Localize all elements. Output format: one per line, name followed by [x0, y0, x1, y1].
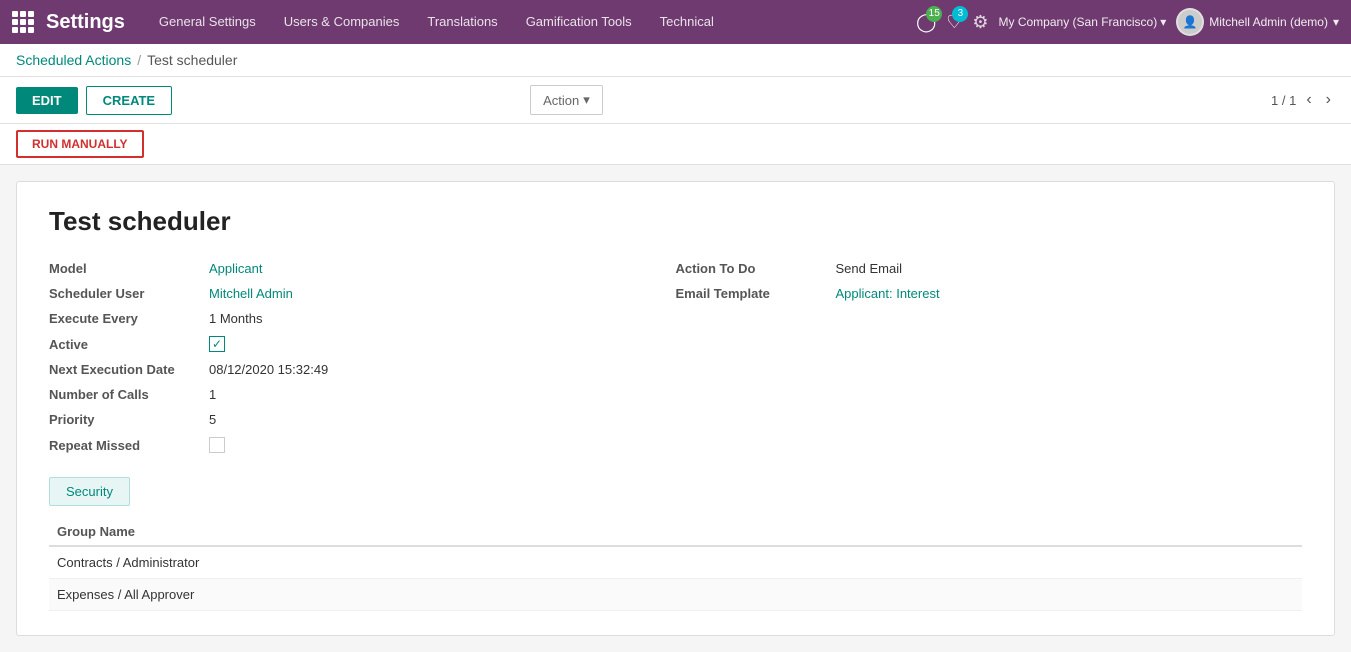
email-template-label: Email Template [676, 286, 836, 301]
action-to-do-label: Action To Do [676, 261, 836, 276]
apps-menu[interactable] [12, 11, 34, 33]
action-label: Action [543, 93, 579, 108]
scheduler-user-label: Scheduler User [49, 286, 209, 301]
fields-right: Action To Do Send Email Email Template A… [676, 261, 1303, 453]
clock-badge: 15 [926, 6, 942, 22]
nav-general-settings[interactable]: General Settings [145, 0, 270, 44]
field-active: Active ✓ [49, 336, 676, 352]
action-chevron-icon: ▾ [583, 92, 590, 108]
pager-next-button[interactable]: › [1322, 89, 1335, 111]
fields-grid: Model Applicant Scheduler User Mitchell … [49, 261, 1302, 453]
user-selector[interactable]: 👤 Mitchell Admin (demo) ▾ [1176, 8, 1339, 36]
nav-technical[interactable]: Technical [646, 0, 728, 44]
next-execution-label: Next Execution Date [49, 362, 209, 377]
action-button[interactable]: Action ▾ [530, 85, 603, 115]
record-card: Test scheduler Model Applicant Scheduler… [16, 181, 1335, 636]
group-name-cell: Contracts / Administrator [49, 546, 1302, 579]
active-checkbox[interactable]: ✓ [209, 336, 225, 352]
model-label: Model [49, 261, 209, 276]
email-template-value[interactable]: Applicant: Interest [836, 286, 940, 301]
breadcrumb-separator: / [137, 52, 141, 68]
table-row: Contracts / Administrator [49, 546, 1302, 579]
field-priority: Priority 5 [49, 412, 676, 427]
field-model: Model Applicant [49, 261, 676, 276]
execute-every-label: Execute Every [49, 311, 209, 326]
next-execution-value: 08/12/2020 15:32:49 [209, 362, 328, 377]
security-tab[interactable]: Security [49, 477, 130, 506]
company-name: My Company (San Francisco) [999, 15, 1158, 29]
record-title: Test scheduler [49, 206, 1302, 237]
navbar-menu: General Settings Users & Companies Trans… [145, 0, 916, 44]
breadcrumb-current: Test scheduler [147, 52, 237, 68]
table-row: Expenses / All Approver [49, 579, 1302, 611]
priority-label: Priority [49, 412, 209, 427]
group-table: Group Name Contracts / AdministratorExpe… [49, 518, 1302, 611]
create-button[interactable]: CREATE [86, 86, 172, 115]
nav-users-companies[interactable]: Users & Companies [270, 0, 414, 44]
model-value[interactable]: Applicant [209, 261, 262, 276]
nav-gamification-tools[interactable]: Gamification Tools [512, 0, 646, 44]
app-title: Settings [46, 11, 125, 34]
breadcrumb: Scheduled Actions / Test scheduler [0, 44, 1351, 77]
pager-text: 1 / 1 [1271, 93, 1296, 108]
main-toolbar: EDIT CREATE Action ▾ 1 / 1 ‹ › [0, 77, 1351, 124]
field-action-to-do: Action To Do Send Email [676, 261, 1303, 276]
scheduler-user-value[interactable]: Mitchell Admin [209, 286, 293, 301]
clock-button[interactable]: ◯ 15 [916, 12, 936, 33]
run-toolbar: RUN MANUALLY [0, 124, 1351, 165]
group-name-cell: Expenses / All Approver [49, 579, 1302, 611]
pager: 1 / 1 ‹ › [1271, 89, 1335, 111]
number-calls-label: Number of Calls [49, 387, 209, 402]
user-chevron-icon: ▾ [1333, 15, 1339, 29]
field-repeat-missed: Repeat Missed [49, 437, 676, 453]
security-section: Security Group Name Contracts / Administ… [49, 477, 1302, 611]
company-selector[interactable]: My Company (San Francisco) ▾ [999, 15, 1167, 29]
field-number-calls: Number of Calls 1 [49, 387, 676, 402]
active-label: Active [49, 337, 209, 352]
priority-value: 5 [209, 412, 216, 427]
edit-button[interactable]: EDIT [16, 87, 78, 114]
avatar: 👤 [1176, 8, 1204, 36]
run-manually-button[interactable]: RUN MANUALLY [16, 130, 144, 158]
main-content: Test scheduler Model Applicant Scheduler… [0, 165, 1351, 652]
navbar: Settings General Settings Users & Compan… [0, 0, 1351, 44]
group-name-header: Group Name [49, 518, 1302, 546]
settings-icon[interactable]: ⚙ [972, 12, 988, 33]
field-scheduler-user: Scheduler User Mitchell Admin [49, 286, 676, 301]
fields-left: Model Applicant Scheduler User Mitchell … [49, 261, 676, 453]
repeat-missed-checkbox[interactable] [209, 437, 225, 453]
chat-button[interactable]: ♡ 3 [946, 12, 962, 33]
breadcrumb-parent[interactable]: Scheduled Actions [16, 52, 131, 68]
execute-every-value: 1 Months [209, 311, 262, 326]
user-name: Mitchell Admin (demo) [1209, 15, 1328, 29]
number-calls-value: 1 [209, 387, 216, 402]
field-execute-every: Execute Every 1 Months [49, 311, 676, 326]
field-next-execution: Next Execution Date 08/12/2020 15:32:49 [49, 362, 676, 377]
nav-translations[interactable]: Translations [413, 0, 511, 44]
action-to-do-value: Send Email [836, 261, 902, 276]
field-email-template: Email Template Applicant: Interest [676, 286, 1303, 301]
chat-badge: 3 [952, 6, 968, 22]
repeat-missed-label: Repeat Missed [49, 438, 209, 453]
navbar-right: ◯ 15 ♡ 3 ⚙ My Company (San Francisco) ▾ … [916, 8, 1339, 36]
company-chevron-icon: ▾ [1160, 15, 1166, 29]
pager-prev-button[interactable]: ‹ [1302, 89, 1315, 111]
